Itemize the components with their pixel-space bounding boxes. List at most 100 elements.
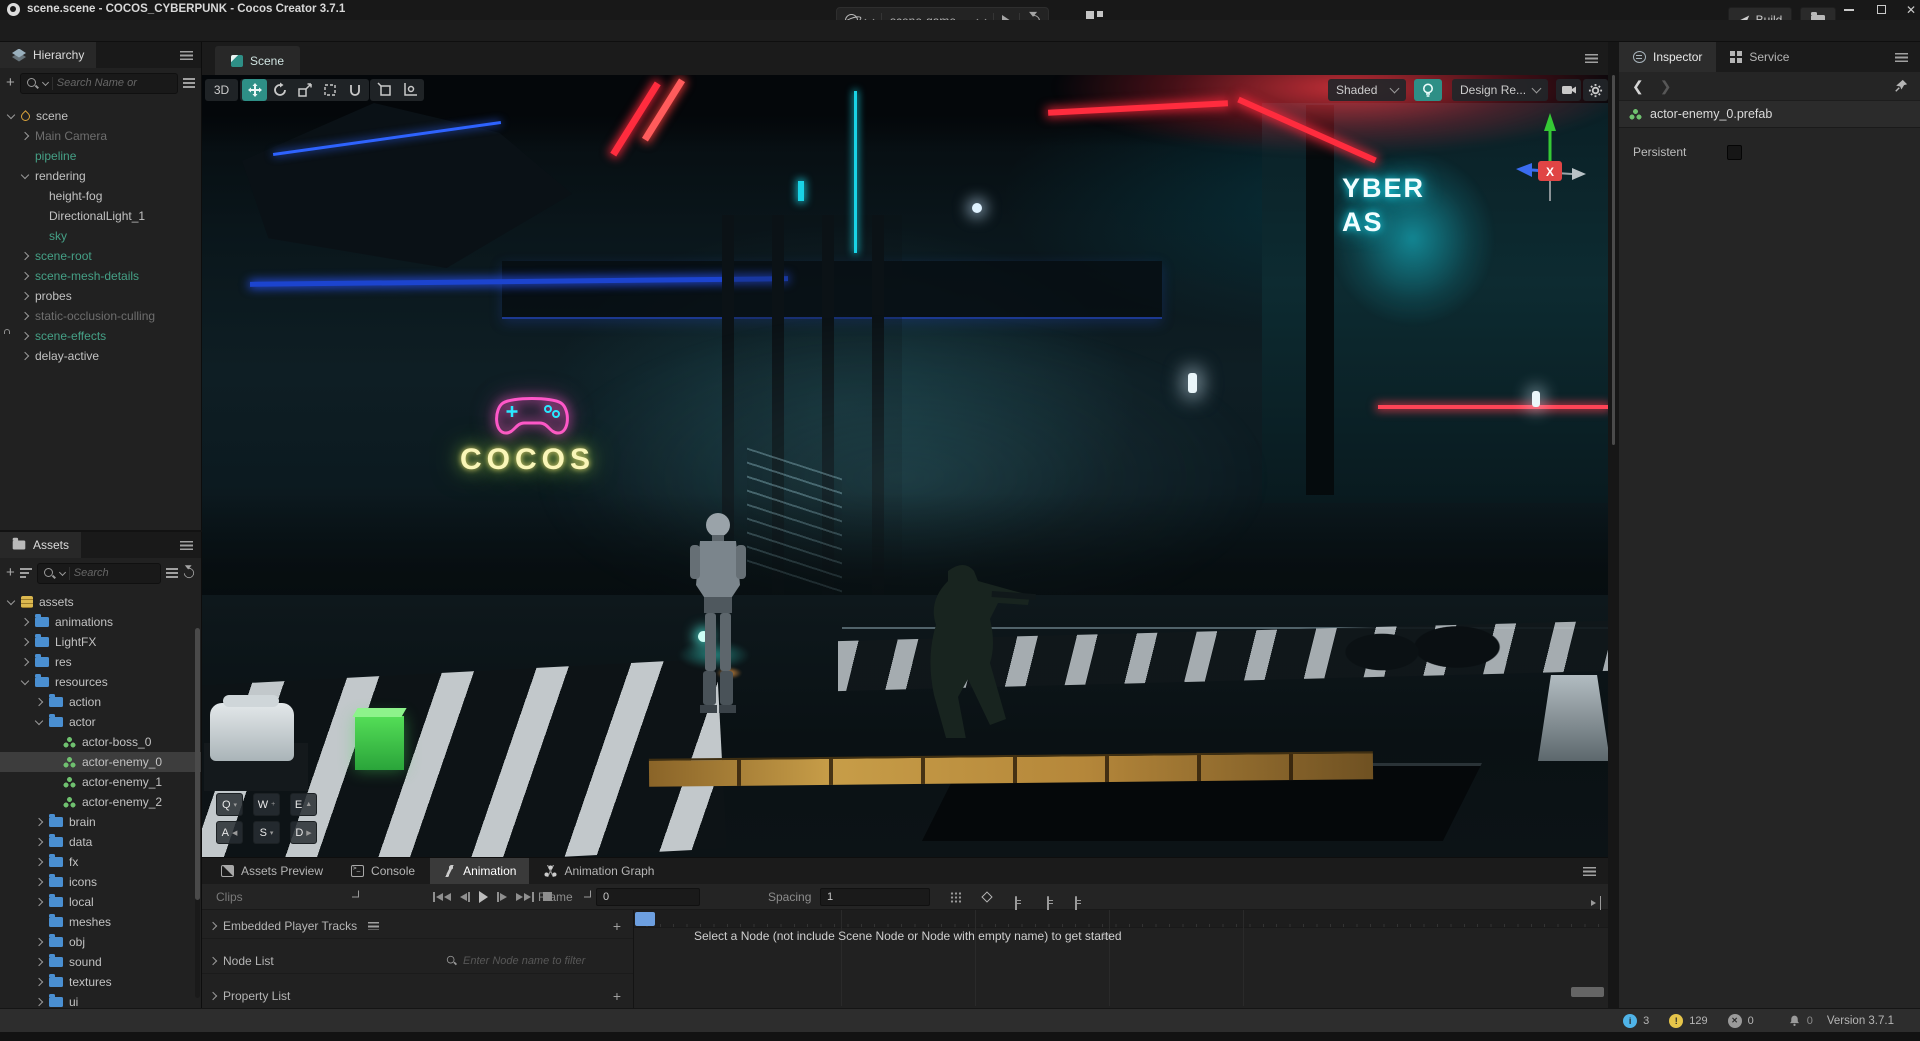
- inspector-menu-icon[interactable]: [1895, 53, 1908, 62]
- clips-dropdown-label[interactable]: Clips: [216, 890, 243, 904]
- expand-arrow-icon[interactable]: [21, 312, 29, 320]
- expand-arrow-icon[interactable]: [21, 677, 29, 685]
- asset-row[interactable]: LightFX: [0, 632, 201, 652]
- hierarchy-tab[interactable]: Hierarchy: [0, 42, 96, 68]
- sort-assets-icon[interactable]: [20, 568, 32, 578]
- add-track-button[interactable]: +: [613, 918, 621, 934]
- inspector-tab[interactable]: Service: [1716, 42, 1803, 72]
- gizmo-space-icon[interactable]: [397, 79, 422, 101]
- expand-arrow-icon[interactable]: [21, 352, 29, 360]
- expand-arrow-icon[interactable]: [21, 618, 29, 626]
- expand-arrow-icon[interactable]: [35, 898, 43, 906]
- menu-item[interactable]: [69, 20, 91, 42]
- skip-to-start-button[interactable]: [433, 890, 451, 904]
- bell-icon[interactable]: [1788, 1014, 1801, 1027]
- vertical-splitter[interactable]: [1608, 42, 1619, 1008]
- expand-arrow-icon[interactable]: [35, 858, 43, 866]
- gizmo-pivot-icon[interactable]: [372, 79, 397, 101]
- expand-arrow-icon[interactable]: [35, 878, 43, 886]
- scene-light-toggle[interactable]: [1414, 79, 1442, 101]
- expand-arrow-icon[interactable]: [35, 978, 43, 986]
- asset-row[interactable]: actor: [0, 712, 201, 732]
- timeline-column-divider[interactable]: [633, 910, 634, 1009]
- search-filter-chevron-icon[interactable]: [42, 78, 49, 85]
- asset-row[interactable]: textures: [0, 972, 201, 992]
- hierarchy-search-box[interactable]: [20, 73, 178, 94]
- scene-camera-button[interactable]: [1556, 79, 1581, 101]
- history-back-button[interactable]: ❮: [1632, 78, 1644, 95]
- close-button[interactable]: ✕: [1898, 1, 1920, 18]
- asset-row[interactable]: meshes: [0, 912, 201, 932]
- scene-viewport[interactable]: YBER AS: [202, 75, 1608, 857]
- expand-arrow-icon[interactable]: [35, 698, 43, 706]
- play-animation-button[interactable]: [479, 890, 488, 904]
- key-hint-button[interactable]: A◀: [216, 821, 243, 844]
- toggle-3d-button[interactable]: 3D: [205, 79, 238, 101]
- inspector-tab[interactable]: Inspector: [1619, 42, 1716, 72]
- history-forward-button[interactable]: ❯: [1660, 78, 1672, 95]
- clips-chevron-icon[interactable]: [352, 890, 359, 897]
- add-node-button[interactable]: +: [6, 77, 15, 89]
- embedded-tracks-menu-icon[interactable]: [368, 922, 379, 930]
- expand-arrow-icon[interactable]: [209, 921, 217, 929]
- maximize-button[interactable]: [1868, 1, 1894, 18]
- frame-value-input[interactable]: [596, 888, 700, 906]
- shading-mode-dropdown[interactable]: Shaded: [1328, 79, 1406, 101]
- hierarchy-node-row[interactable]: DirectionalLight_1: [0, 206, 201, 226]
- error-icon[interactable]: ✕: [1728, 1014, 1742, 1028]
- assets-view-options-icon[interactable]: [166, 568, 178, 578]
- asset-row[interactable]: actor-enemy_0: [0, 752, 201, 772]
- asset-row[interactable]: data: [0, 832, 201, 852]
- assets-scrollbar[interactable]: [195, 628, 200, 998]
- notification-count[interactable]: 0: [1807, 1015, 1813, 1027]
- bottom-tab[interactable]: Animation: [430, 858, 529, 884]
- hierarchy-node-row[interactable]: pipeline: [0, 146, 201, 166]
- asset-row[interactable]: actor-enemy_1: [0, 772, 201, 792]
- frame-mode-chevron-icon[interactable]: [584, 890, 591, 897]
- expand-arrow-icon[interactable]: [21, 292, 29, 300]
- asset-row[interactable]: resources: [0, 672, 201, 692]
- key-hint-button[interactable]: Q▾: [216, 793, 243, 816]
- refresh-assets-icon[interactable]: [182, 566, 196, 580]
- expand-arrow-icon[interactable]: [21, 272, 29, 280]
- embedded-tracks-section[interactable]: Embedded Player Tracks +: [202, 913, 633, 939]
- grid-options-icon[interactable]: [950, 891, 961, 902]
- scale-tool-icon[interactable]: [292, 79, 317, 101]
- property-list-section[interactable]: Property List +: [202, 983, 633, 1009]
- minimize-button[interactable]: [1836, 1, 1862, 18]
- hierarchy-search-input[interactable]: [57, 77, 172, 89]
- scene-settings-button[interactable]: [1583, 79, 1608, 101]
- asset-row[interactable]: obj: [0, 932, 201, 952]
- menu-item[interactable]: [47, 20, 69, 42]
- menu-item[interactable]: [157, 20, 179, 42]
- node-filter-box[interactable]: [445, 952, 627, 970]
- add-property-button[interactable]: +: [613, 988, 621, 1004]
- rotate-tool-icon[interactable]: [267, 79, 292, 101]
- key-hint-button[interactable]: S▾: [253, 821, 280, 844]
- hierarchy-view-options-icon[interactable]: [183, 78, 195, 88]
- menu-item[interactable]: [113, 20, 135, 42]
- menu-item[interactable]: [3, 20, 25, 42]
- move-tool-icon[interactable]: [242, 79, 267, 101]
- rect-tool-icon[interactable]: [317, 79, 342, 101]
- scrollbar-thumb[interactable]: [195, 628, 200, 900]
- step-back-button[interactable]: [460, 890, 470, 904]
- expand-arrow-icon[interactable]: [7, 597, 15, 605]
- expand-arrow-icon[interactable]: [209, 956, 217, 964]
- add-asset-button[interactable]: +: [6, 567, 15, 579]
- expand-arrow-icon[interactable]: [7, 111, 15, 119]
- assets-menu-icon[interactable]: [180, 541, 193, 550]
- hierarchy-node-row[interactable]: scene-effects: [0, 326, 201, 346]
- info-icon[interactable]: i: [1623, 1014, 1637, 1028]
- expand-arrow-icon[interactable]: [21, 171, 29, 179]
- keyframe-icon[interactable]: [981, 891, 992, 902]
- node-filter-input[interactable]: [463, 955, 627, 967]
- warning-count[interactable]: 129: [1689, 1015, 1707, 1027]
- asset-row[interactable]: local: [0, 892, 201, 912]
- scene-tab[interactable]: Scene: [215, 46, 300, 75]
- hierarchy-node-row[interactable]: probes: [0, 286, 201, 306]
- asset-row[interactable]: action: [0, 692, 201, 712]
- hierarchy-node-row[interactable]: delay-active: [0, 346, 201, 366]
- menu-item[interactable]: [135, 20, 157, 42]
- bottom-tab[interactable]: Console: [338, 858, 428, 884]
